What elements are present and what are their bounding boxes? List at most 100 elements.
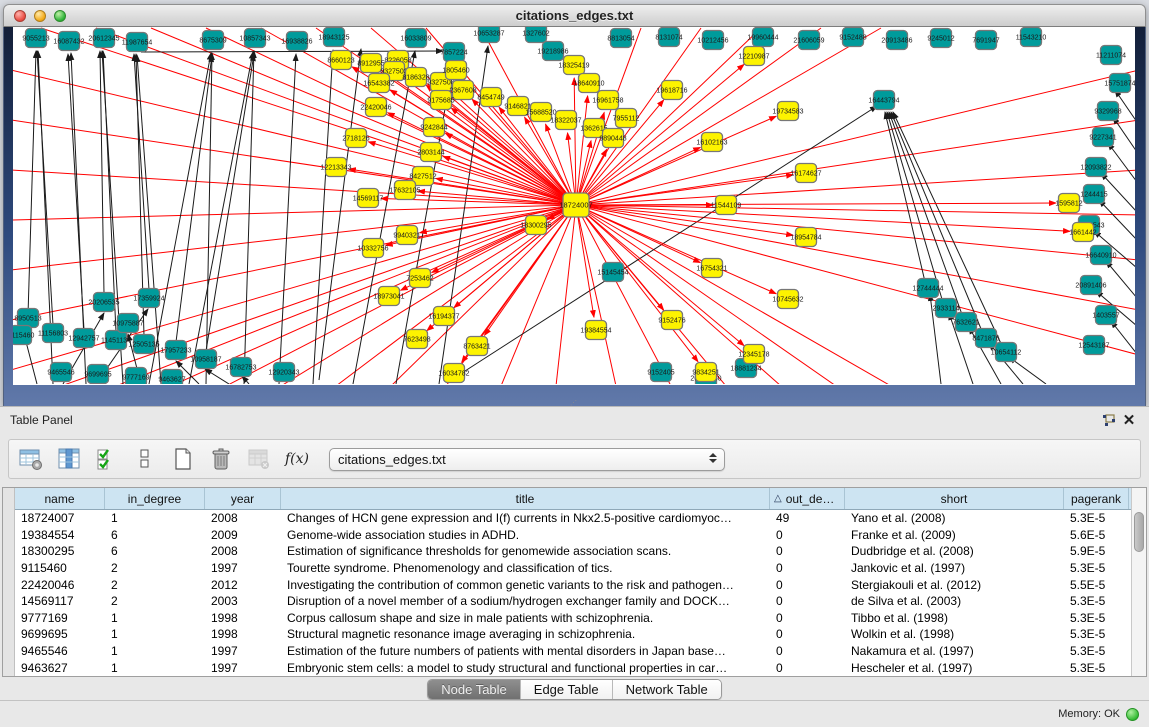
table-cell[interactable]: 2003 [205, 593, 281, 610]
table-cell[interactable]: 0 [770, 643, 845, 660]
table-cell[interactable]: Tibbo et al. (1998) [845, 610, 1064, 627]
tab-edge-table[interactable]: Edge Table [521, 680, 613, 699]
float-panel-icon[interactable] [1099, 411, 1119, 429]
citation-network-graph[interactable]: 9055213160874322061234511987654867530910… [13, 27, 1135, 384]
table-cell[interactable]: 9465546 [15, 643, 105, 660]
table-cell[interactable]: Investigating the contribution of common… [281, 576, 770, 593]
row-height-icon[interactable] [133, 447, 157, 471]
table-cell[interactable]: 18300295 [15, 543, 105, 560]
panel-resize-grip[interactable]: ⋰ [570, 402, 580, 406]
table-cell[interactable]: 2 [105, 576, 205, 593]
table-cell[interactable]: 1 [105, 626, 205, 643]
table-cell[interactable]: 5.6E-5 [1064, 527, 1129, 544]
table-cell[interactable]: 9115460 [15, 560, 105, 577]
table-cell[interactable]: 0 [770, 543, 845, 560]
table-cell[interactable]: 2008 [205, 510, 281, 527]
table-cell[interactable]: Tourette syndrome. Phenomenology and cla… [281, 560, 770, 577]
table-cell[interactable]: 1 [105, 610, 205, 627]
table-cell[interactable]: 9699695 [15, 626, 105, 643]
table-cell[interactable]: 1 [105, 659, 205, 676]
table-cell[interactable]: 1997 [205, 643, 281, 660]
table-cell[interactable]: 2012 [205, 576, 281, 593]
table-cell[interactable]: 6 [105, 527, 205, 544]
table-cell[interactable]: Changes of HCN gene expression and I(f) … [281, 510, 770, 527]
table-cell[interactable]: 5.3E-5 [1064, 593, 1129, 610]
table-cell[interactable]: Structural magnetic resonance image aver… [281, 626, 770, 643]
table-cell[interactable]: Wolkin et al. (1998) [845, 626, 1064, 643]
column-header-title[interactable]: title [281, 488, 770, 509]
table-cell[interactable]: 19384554 [15, 527, 105, 544]
table-cell[interactable]: Estimation of significance thresholds fo… [281, 543, 770, 560]
table-cell[interactable]: Jankovic et al. (1997) [845, 560, 1064, 577]
table-settings-icon[interactable] [19, 447, 43, 471]
table-cell[interactable]: 5.3E-5 [1064, 626, 1129, 643]
table-row[interactable]: 1872400712008Changes of HCN gene express… [15, 510, 1131, 527]
minimize-window-button[interactable] [34, 10, 46, 22]
close-panel-icon[interactable]: ✕ [1119, 411, 1139, 429]
table-row[interactable]: 946554611997Estimation of the future num… [15, 643, 1131, 660]
column-header-pagerank[interactable]: pagerank [1064, 488, 1129, 509]
table-row[interactable]: 1938455462009Genome-wide association stu… [15, 527, 1131, 544]
table-cell[interactable]: 0 [770, 560, 845, 577]
table-cell[interactable]: 14569117 [15, 593, 105, 610]
table-cell[interactable]: 0 [770, 610, 845, 627]
table-cell[interactable]: Dudbridge et al. (2008) [845, 543, 1064, 560]
table-cell[interactable]: 5.3E-5 [1064, 659, 1129, 676]
table-select-dropdown[interactable]: citations_edges.txt [329, 448, 725, 471]
table-cell[interactable]: Embryonic stem cells: a model to study s… [281, 659, 770, 676]
memory-ok-indicator[interactable] [1126, 708, 1139, 721]
table-cell[interactable]: Stergiakouli et al. (2012) [845, 576, 1064, 593]
table-row[interactable]: 911546021997Tourette syndrome. Phenomeno… [15, 560, 1131, 577]
table-row[interactable]: 977716911998Corpus callosum shape and si… [15, 610, 1131, 627]
column-header-short[interactable]: short [845, 488, 1064, 509]
table-cell[interactable]: Estimation of the future numbers of pati… [281, 643, 770, 660]
table-cell[interactable]: 5.5E-5 [1064, 576, 1129, 593]
table-cell[interactable]: Yano et al. (2008) [845, 510, 1064, 527]
table-cell[interactable]: 5.3E-5 [1064, 560, 1129, 577]
table-cell[interactable]: 49 [770, 510, 845, 527]
table-cell[interactable]: 1997 [205, 659, 281, 676]
table-cell[interactable]: 5.3E-5 [1064, 510, 1129, 527]
table-cell[interactable]: 0 [770, 593, 845, 610]
table-cell[interactable]: 0 [770, 527, 845, 544]
table-cell[interactable]: 1997 [205, 560, 281, 577]
table-row[interactable]: 1456911722003Disruption of a novel membe… [15, 593, 1131, 610]
table-cell[interactable]: 2009 [205, 527, 281, 544]
table-cell[interactable]: 9463627 [15, 659, 105, 676]
table-cell[interactable]: 1998 [205, 610, 281, 627]
table-cell[interactable]: Disruption of a novel member of a sodium… [281, 593, 770, 610]
table-cell[interactable]: 22420046 [15, 576, 105, 593]
table-cell[interactable]: 2 [105, 593, 205, 610]
column-header-year[interactable]: year [205, 488, 281, 509]
table-cell[interactable]: 2 [105, 560, 205, 577]
column-header-name[interactable]: name [15, 488, 105, 509]
close-window-button[interactable] [14, 10, 26, 22]
function-builder-icon[interactable]: f(x) [285, 447, 309, 471]
table-cell[interactable]: Hescheler et al. (1997) [845, 659, 1064, 676]
table-cell[interactable]: Nakamura et al. (1997) [845, 643, 1064, 660]
network-canvas[interactable]: 9055213160874322061234511987654867530910… [13, 27, 1135, 385]
table-cell[interactable]: 1 [105, 510, 205, 527]
delete-table-icon[interactable] [209, 447, 233, 471]
table-cell[interactable]: de Silva et al. (2003) [845, 593, 1064, 610]
new-table-icon[interactable] [171, 447, 195, 471]
table-row[interactable]: 946362711997Embryonic stem cells: a mode… [15, 659, 1131, 676]
table-cell[interactable]: 1998 [205, 626, 281, 643]
column-header-out_de[interactable]: △out_de… [770, 488, 845, 509]
column-header-in_degree[interactable]: in_degree [105, 488, 205, 509]
table-row[interactable]: 1830029562008Estimation of significance … [15, 543, 1131, 560]
table-row[interactable]: 969969511998Structural magnetic resonanc… [15, 626, 1131, 643]
table-cell[interactable]: Genome-wide association studies in ADHD. [281, 527, 770, 544]
scrollbar-thumb[interactable] [1134, 512, 1144, 552]
zoom-window-button[interactable] [54, 10, 66, 22]
table-cell[interactable]: 5.3E-5 [1064, 643, 1129, 660]
table-cell[interactable]: Corpus callosum shape and size in male p… [281, 610, 770, 627]
table-cell[interactable]: 5.9E-5 [1064, 543, 1129, 560]
vertical-scrollbar[interactable] [1131, 488, 1146, 676]
table-cell[interactable]: 0 [770, 659, 845, 676]
column-settings-icon[interactable] [57, 447, 81, 471]
table-cell[interactable]: Franke et al. (2009) [845, 527, 1064, 544]
table-row[interactable]: 2242004622012Investigating the contribut… [15, 576, 1131, 593]
selection-mode-icon[interactable] [95, 447, 119, 471]
window-titlebar[interactable]: citations_edges.txt [3, 4, 1146, 27]
